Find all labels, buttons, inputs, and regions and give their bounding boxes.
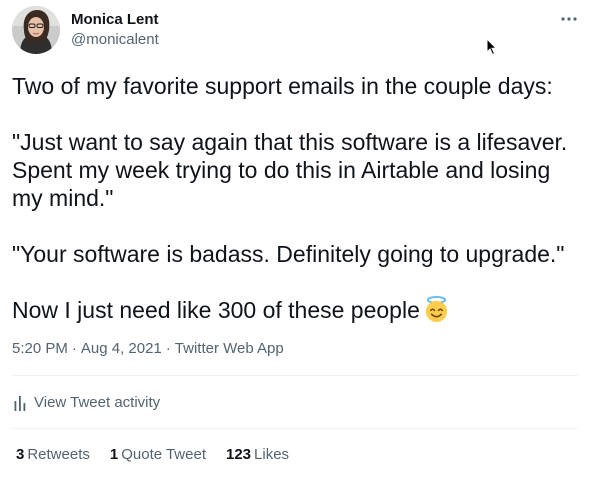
- divider: [12, 428, 578, 429]
- avatar[interactable]: [12, 6, 60, 54]
- bar-chart-icon: [14, 395, 26, 411]
- meta-separator: ·: [165, 340, 171, 357]
- engagement-stats: 3 Retweets 1 Quote Tweet 123 Likes: [16, 446, 289, 464]
- tweet-text: Two of my favorite support emails in the…: [12, 72, 582, 324]
- tweet-line: "Your software is badass. Definitely goi…: [12, 241, 565, 267]
- retweets-count: 3: [16, 446, 25, 463]
- divider: [12, 375, 578, 376]
- tweet-line: my mind.": [12, 185, 114, 211]
- mouse-cursor-icon: [486, 38, 498, 56]
- tweet-time[interactable]: 5:20 PM: [12, 340, 68, 357]
- tweet-line: Two of my favorite support emails in the…: [12, 73, 553, 99]
- tweet-line-text: Now I just need like 300 of these people: [12, 297, 420, 323]
- more-dots-icon: [561, 17, 577, 21]
- halo-smiley-icon: [425, 296, 447, 323]
- retweets-label: Retweets: [27, 446, 90, 463]
- tweet-line-last: Now I just need like 300 of these people: [12, 296, 582, 324]
- tweet-meta: 5:20 PM · Aug 4, 2021 · Twitter Web App: [12, 340, 284, 358]
- tweet-card: Monica Lent @monicalent Two of my favori…: [0, 0, 590, 484]
- more-options-button[interactable]: [556, 8, 582, 30]
- quotes-count: 1: [109, 446, 119, 463]
- likes-stat[interactable]: 123 Likes: [226, 446, 289, 464]
- likes-label: Likes: [254, 446, 290, 463]
- quote-tweets-stat[interactable]: 1 Quote Tweet: [110, 446, 206, 464]
- activity-label: View Tweet activity: [34, 394, 161, 411]
- author-handle[interactable]: @monicalent: [71, 31, 159, 49]
- tweet-line: "Just want to say again that this softwa…: [12, 129, 568, 155]
- retweets-stat[interactable]: 3 Retweets: [16, 446, 90, 464]
- quotes-label: Quote Tweet: [121, 446, 206, 463]
- meta-separator: ·: [71, 340, 77, 357]
- tweet-line: Spent my week trying to do this in Airta…: [12, 157, 551, 183]
- view-tweet-activity-link[interactable]: View Tweet activity: [14, 394, 160, 411]
- author-name[interactable]: Monica Lent: [71, 11, 159, 29]
- tweet-source[interactable]: Twitter Web App: [175, 340, 284, 357]
- tweet-date[interactable]: Aug 4, 2021: [81, 340, 162, 357]
- likes-count: 123: [226, 446, 252, 463]
